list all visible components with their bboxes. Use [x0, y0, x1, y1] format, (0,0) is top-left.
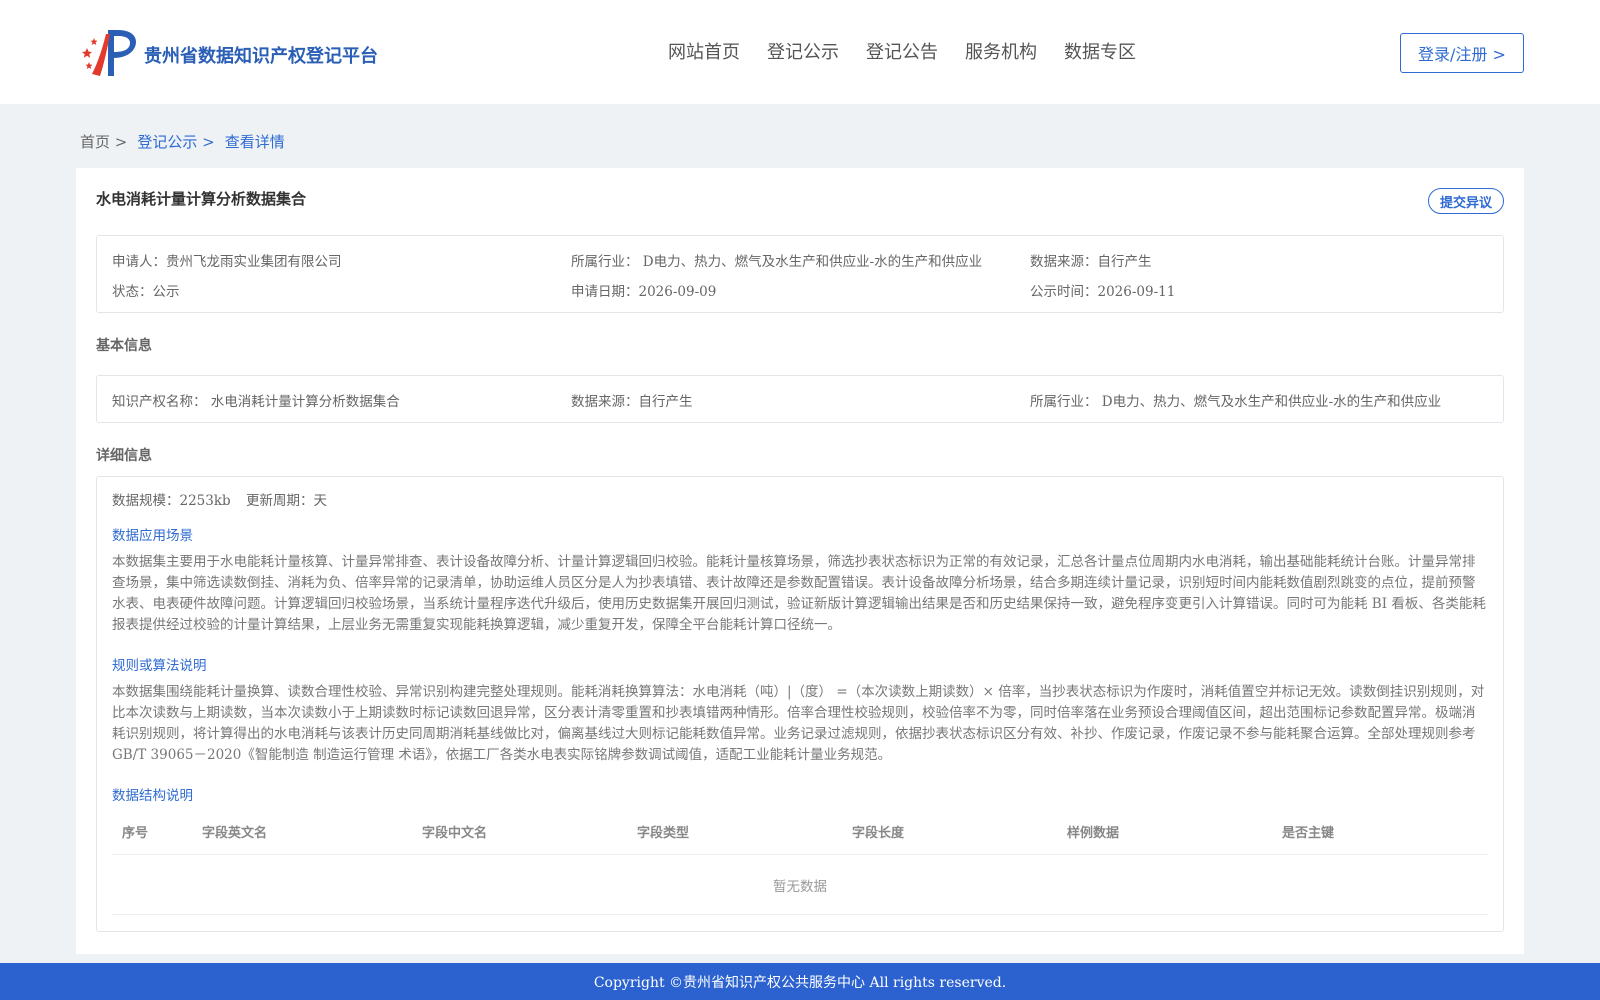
site-brand-title[interactable]: 贵州省数据知识产权登记平台 — [144, 42, 378, 68]
data-structure-heading: 数据结构说明 — [112, 788, 193, 804]
col-header-field-en: 字段英文名 — [202, 826, 268, 841]
basic-industry-field: 所属行业： D电力、热力、燃气及水生产和供应业-水的生产和供应业 — [1030, 394, 1442, 410]
detail-info-box: 数据规模：2253kb 更新周期：天 数据应用场景 本数据集主要用于水电能耗计量… — [96, 476, 1504, 932]
col-header-field-cn: 字段中文名 — [422, 826, 488, 841]
nav-home[interactable]: 网站首页 — [668, 38, 740, 64]
industry-field: 所属行业： D电力、热力、燃气及水生产和供应业-水的生产和供应业 — [571, 254, 983, 270]
page-title: 水电消耗计量计算分析数据集合 — [96, 190, 307, 208]
breadcrumb-registration-publicity[interactable]: 登记公示 > — [137, 131, 214, 152]
submit-dispute-button[interactable]: 提交异议 — [1428, 188, 1504, 214]
table-header-row: 序号 字段英文名 字段中文名 字段类型 字段长度 样例数据 是否主键 — [112, 807, 1488, 855]
col-header-field-length: 字段长度 — [852, 826, 905, 841]
application-scenario-heading: 数据应用场景 — [112, 528, 193, 544]
platform-logo-icon[interactable] — [80, 28, 138, 78]
nav-service-agencies[interactable]: 服务机构 — [965, 38, 1037, 64]
table-empty-row: 暂无数据 — [112, 855, 1488, 915]
rules-algorithm-heading: 规则或算法说明 — [112, 658, 207, 674]
col-header-sample-data: 样例数据 — [1067, 826, 1120, 841]
basic-info-box: 知识产权名称： 水电消耗计量计算分析数据集合 数据来源：自行产生 所属行业： D… — [96, 375, 1504, 423]
detail-card: 水电消耗计量计算分析数据集合 提交异议 申请人：贵州飞龙雨实业集团有限公司 所属… — [76, 168, 1524, 954]
main-nav: 网站首页 登记公示 登记公告 服务机构 数据专区 — [668, 38, 1163, 64]
summary-box: 申请人：贵州飞龙雨实业集团有限公司 所属行业： D电力、热力、燃气及水生产和供应… — [96, 235, 1504, 313]
ip-name-field: 知识产权名称： 水电消耗计量计算分析数据集合 — [112, 394, 400, 410]
apply-date-field: 申请日期：2026-09-09 — [571, 284, 717, 300]
applicant-field: 申请人：贵州飞龙雨实业集团有限公司 — [112, 254, 342, 270]
rules-algorithm-text: 本数据集围绕能耗计量换算、读数合理性校验、异常识别构建完整处理规则。能耗消耗换算… — [112, 684, 1485, 763]
login-register-button[interactable]: 登录/注册 > — [1400, 33, 1524, 73]
basic-info-heading: 基本信息 — [96, 338, 152, 354]
basic-data-source-field: 数据来源：自行产生 — [571, 394, 693, 410]
update-cycle-field: 更新周期：天 — [246, 493, 327, 509]
col-header-primary-key: 是否主键 — [1282, 826, 1335, 841]
publish-date-field: 公示时间：2026-09-11 — [1030, 284, 1176, 300]
site-footer: Copyright ©贵州省知识产权公共服务中心 All rights rese… — [0, 963, 1600, 1000]
data-source-field: 数据来源：自行产生 — [1030, 254, 1152, 270]
col-header-field-type: 字段类型 — [637, 826, 690, 841]
detail-info-heading: 详细信息 — [96, 448, 152, 464]
nav-registration-publicity[interactable]: 登记公示 — [767, 38, 839, 64]
breadcrumb: 首页 > 登记公示 > 查看详情 — [80, 131, 295, 152]
nav-registration-announcement[interactable]: 登记公告 — [866, 38, 938, 64]
data-scale-field: 数据规模：2253kb — [112, 493, 231, 509]
breadcrumb-home[interactable]: 首页 > — [80, 131, 127, 152]
breadcrumb-current: 查看详情 — [224, 133, 285, 151]
application-scenario-text: 本数据集主要用于水电能耗计量核算、计量异常排查、表计设备故障分析、计量计算逻辑回… — [112, 554, 1486, 633]
nav-data-zone[interactable]: 数据专区 — [1064, 38, 1136, 64]
col-header-index: 序号 — [122, 826, 149, 841]
site-header: 贵州省数据知识产权登记平台 网站首页 登记公示 登记公告 服务机构 数据专区 登… — [0, 0, 1600, 104]
status-field: 状态：公示 — [112, 284, 180, 300]
data-structure-table: 序号 字段英文名 字段中文名 字段类型 字段长度 样例数据 是否主键 暂无数据 — [112, 807, 1488, 915]
